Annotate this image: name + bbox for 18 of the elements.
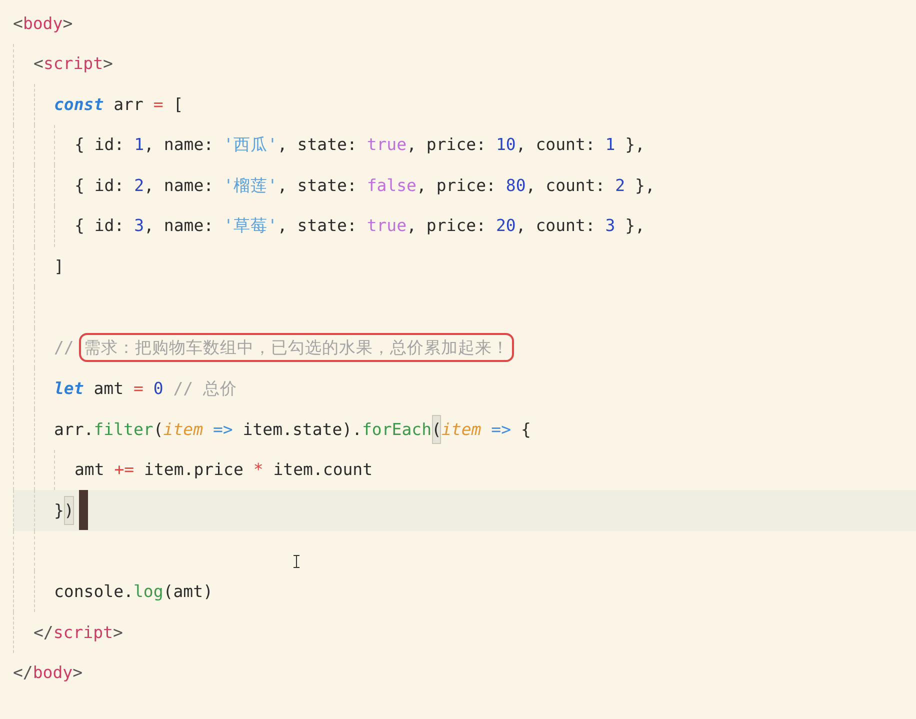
code-line: console.log(amt) bbox=[54, 581, 214, 604]
code-line: </body> bbox=[13, 662, 84, 684]
code-line: let amt = 0 // 总价 bbox=[54, 378, 238, 400]
code-line: amt += item.price * item.count bbox=[74, 459, 374, 482]
code-line: </script> bbox=[34, 622, 124, 644]
code-line: <script> bbox=[34, 53, 114, 76]
code-line: const arr = [ bbox=[54, 94, 184, 116]
text-cursor-icon bbox=[293, 555, 300, 568]
code-editor[interactable] bbox=[0, 0, 916, 719]
code-line: <body> bbox=[13, 12, 74, 35]
code-line: { id: 1, name: '西瓜', state: true, price: 10, count: 1 }, bbox=[74, 134, 646, 156]
text-caret bbox=[78, 490, 88, 530]
code-line: arr.filter(item => item.state).forEach(item => { bbox=[54, 412, 536, 447]
code-line: // 需求：把购物车数组中，已勾选的水果，总价累加起来！ bbox=[54, 329, 514, 368]
code-line: }) bbox=[54, 492, 79, 528]
code-line: ] bbox=[54, 256, 65, 278]
code-line: { id: 3, name: '草莓', state: true, price: 20, count: 3 }, bbox=[74, 215, 646, 238]
code-line: { id: 2, name: '榴莲', state: false, price: 80, count: 2 }, bbox=[74, 174, 656, 197]
